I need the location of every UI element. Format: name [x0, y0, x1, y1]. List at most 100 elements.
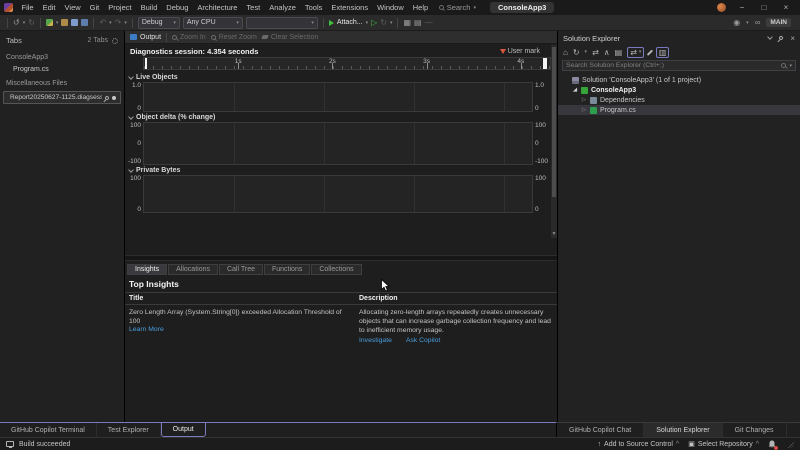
live-share-icon[interactable]: ◉: [733, 19, 740, 27]
tab-collections[interactable]: Collections: [311, 264, 361, 275]
menu-extensions[interactable]: Extensions: [327, 3, 373, 12]
window-position-chevron-icon[interactable]: [767, 34, 773, 40]
properties-icon[interactable]: ▤: [615, 48, 623, 57]
tab-call-tree[interactable]: Call Tree: [219, 264, 263, 275]
undo-icon[interactable]: ↶: [99, 19, 106, 27]
solution-configuration-dropdown[interactable]: Debug ▾: [138, 17, 180, 29]
tab-functions[interactable]: Functions: [264, 264, 310, 275]
solution-explorer-search[interactable]: Search Solution Explorer (Ctrl+;) ▾: [562, 60, 796, 71]
column-title[interactable]: Title: [125, 295, 355, 302]
reset-zoom-button[interactable]: Reset Zoom: [211, 34, 257, 41]
add-to-source-control-button[interactable]: ↑ Add to Source Control ^: [598, 441, 680, 448]
save-icon[interactable]: [71, 19, 78, 26]
solution-platform-dropdown[interactable]: Any CPU ▾: [183, 17, 243, 29]
save-all-icon[interactable]: [81, 19, 88, 26]
profiler-icon[interactable]: ▤: [414, 19, 422, 27]
navigate-forward-icon[interactable]: ↻: [28, 19, 35, 27]
bottom-tab-github-copilot-chat[interactable]: GitHub Copilot Chat: [557, 423, 644, 437]
bottom-tab-git-changes[interactable]: Git Changes: [723, 423, 787, 437]
maximize-button[interactable]: □: [758, 3, 770, 12]
menu-analyze[interactable]: Analyze: [265, 3, 301, 12]
expander-collapsed-icon[interactable]: ▷: [581, 107, 587, 113]
switch-views-icon[interactable]: ⌂: [563, 48, 568, 57]
zoom-in-button[interactable]: Zoom In: [172, 34, 206, 41]
refresh-icon[interactable]: ↻: [573, 48, 580, 57]
chart-plot-area[interactable]: [143, 122, 533, 165]
bottom-tab-output[interactable]: Output: [161, 422, 206, 437]
attach-button[interactable]: Attach... ▾: [329, 19, 368, 26]
output-button[interactable]: Output: [130, 34, 161, 41]
tree-item-solution-consoleapp3-1-of-1-project[interactable]: Solution 'ConsoleApp3' (1 of 1 project): [558, 75, 800, 85]
chevron-down-icon[interactable]: ▾: [23, 20, 26, 26]
redo-icon[interactable]: ↷: [115, 19, 122, 27]
expander-expanded-icon[interactable]: ◢: [572, 87, 578, 93]
lane-header-live-objects[interactable]: Live Objects: [125, 72, 557, 82]
menu-edit[interactable]: Edit: [38, 3, 60, 12]
edit-icon[interactable]: [647, 49, 653, 55]
scroll-down-arrow[interactable]: ▼: [551, 231, 557, 238]
toolbar-overflow-icon[interactable]: —: [425, 19, 433, 27]
session-end-marker[interactable]: [543, 58, 547, 69]
bottom-tab-solution-explorer[interactable]: Solution Explorer: [644, 423, 722, 437]
select-repository-button[interactable]: ▣ Select Repository ^: [688, 440, 759, 448]
close-button[interactable]: ×: [780, 3, 792, 12]
learn-more-link[interactable]: Learn More: [129, 326, 351, 333]
tree-item-program-cs[interactable]: ▷Program.cs: [558, 105, 800, 115]
open-file-icon[interactable]: [61, 19, 68, 26]
lane-header-private-bytes[interactable]: Private Bytes: [125, 165, 557, 175]
investigate-link[interactable]: Investigate: [359, 337, 392, 344]
document-tab-program-cs[interactable]: Program.cs: [0, 64, 124, 75]
menu-tools[interactable]: Tools: [300, 3, 327, 12]
expander-collapsed-icon[interactable]: ▷: [581, 97, 587, 103]
bottom-tab-test-explorer[interactable]: Test Explorer: [97, 423, 161, 437]
search-control[interactable]: Search ▾: [439, 3, 476, 12]
pin-icon[interactable]: [104, 95, 110, 101]
account-avatar[interactable]: [717, 3, 726, 12]
close-icon[interactable]: ×: [790, 34, 795, 43]
notifications-bell-icon[interactable]: [768, 440, 776, 449]
insight-row[interactable]: Zero Length Array (System.String[0]) exc…: [125, 305, 557, 348]
lane-header-object-delta-change[interactable]: Object delta (% change): [125, 112, 557, 122]
sync-icon[interactable]: ⇄: [592, 48, 599, 57]
menu-test[interactable]: Test: [242, 3, 265, 12]
tab-insights[interactable]: Insights: [127, 264, 167, 275]
charts-scrollbar[interactable]: ▼: [551, 45, 557, 238]
menu-view[interactable]: View: [60, 3, 85, 12]
pin-icon[interactable]: [778, 35, 784, 41]
start-without-debugging-icon[interactable]: ▷: [371, 19, 377, 27]
ask-copilot-link[interactable]: Ask Copilot: [406, 337, 440, 344]
git-branch-badge[interactable]: MAIN: [766, 18, 791, 27]
minimize-button[interactable]: −: [736, 3, 748, 12]
link-icon[interactable]: ∞: [755, 19, 761, 27]
chevron-down-icon[interactable]: ▾: [789, 63, 792, 69]
scrollbar-thumb[interactable]: [552, 47, 556, 197]
navigate-back-icon[interactable]: ↺: [13, 19, 20, 27]
menu-file[interactable]: File: [17, 3, 38, 12]
menu-help[interactable]: Help: [408, 3, 432, 12]
document-tab-report20250627-1125-diagsession[interactable]: Report20250627-1125.diagsession: [3, 91, 121, 104]
column-description[interactable]: Description: [355, 295, 557, 302]
chart-plot-area[interactable]: [143, 175, 533, 213]
find-in-files-icon[interactable]: ▦: [403, 19, 411, 27]
tab-allocations[interactable]: Allocations: [168, 264, 218, 275]
new-project-icon[interactable]: [46, 19, 53, 26]
chart-plot-area[interactable]: [143, 82, 533, 112]
tree-item-consoleapp3[interactable]: ◢ConsoleApp3: [558, 85, 800, 95]
session-start-marker[interactable]: [145, 58, 147, 69]
menu-project[interactable]: Project: [104, 3, 136, 12]
sync-with-active-document-button[interactable]: ⇄ ▾: [627, 47, 644, 58]
hot-reload-icon[interactable]: ↻: [380, 19, 387, 27]
bottom-tab-github-copilot-terminal[interactable]: GitHub Copilot Terminal: [0, 423, 97, 437]
menu-window[interactable]: Window: [373, 3, 409, 12]
timeline-ruler[interactable]: 1s2s3s4s: [143, 57, 551, 70]
menu-git[interactable]: Git: [85, 3, 104, 12]
resize-grip[interactable]: [787, 441, 794, 448]
startup-target-dropdown[interactable]: ▾: [246, 17, 318, 29]
collapse-all-icon[interactable]: ∧: [604, 48, 610, 57]
vs-logo-icon[interactable]: [4, 3, 13, 12]
menu-build[interactable]: Build: [136, 3, 162, 12]
menu-architecture[interactable]: Architecture: [193, 3, 242, 12]
preview-selected-items-button[interactable]: ▥: [656, 47, 670, 58]
tree-item-dependencies[interactable]: ▷Dependencies: [558, 95, 800, 105]
clear-selection-button[interactable]: Clear Selection: [262, 34, 318, 41]
